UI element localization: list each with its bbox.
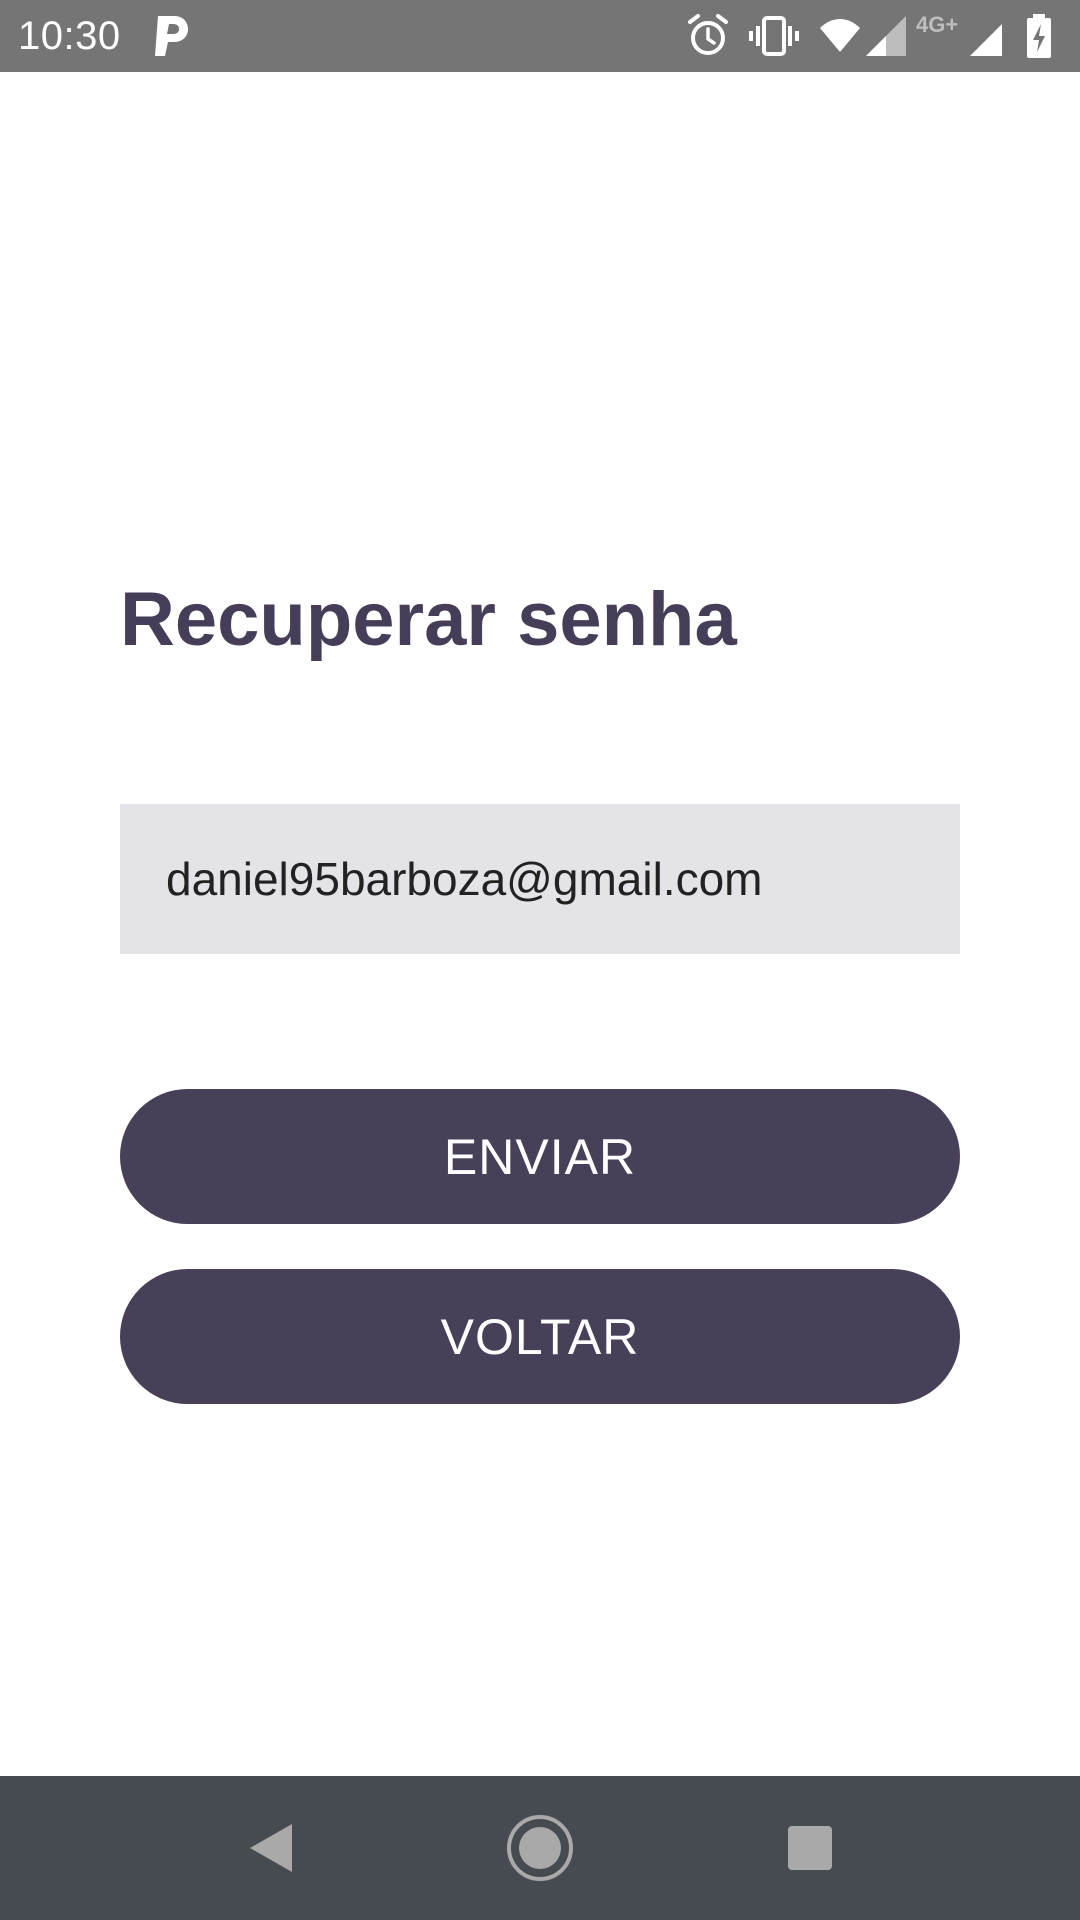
send-button[interactable]: ENVIAR: [120, 1089, 960, 1224]
alarm-icon: [688, 14, 728, 55]
wifi-icon: [820, 19, 860, 52]
nav-back-button[interactable]: [198, 1776, 342, 1920]
back-button-label: VOLTAR: [440, 1308, 640, 1365]
send-button-label: ENVIAR: [443, 1128, 637, 1185]
parking-app-icon: [155, 16, 188, 56]
page-title: Recuperar senha: [120, 577, 737, 662]
status-time: 10:30: [18, 14, 121, 58]
vibrate-icon: [749, 16, 799, 56]
recents-square-icon: [788, 1826, 832, 1870]
network-type-label: 4G+: [916, 12, 959, 37]
email-field[interactable]: daniel95barboza@gmail.com: [120, 804, 960, 954]
nav-recents-button[interactable]: [738, 1776, 882, 1920]
home-circle-icon: [507, 1815, 573, 1881]
back-button[interactable]: VOLTAR: [120, 1269, 960, 1404]
status-icons: 4G+: [686, 12, 1066, 60]
battery-charging-icon: [1027, 14, 1051, 58]
cell-signal-icon: [970, 24, 1002, 56]
back-triangle-icon: [250, 1824, 292, 1872]
cell-signal-icon: [866, 16, 906, 56]
navigation-bar: [0, 1776, 1080, 1920]
status-bar: 10:30 4G+: [0, 0, 1080, 72]
nav-home-button[interactable]: [468, 1776, 612, 1920]
